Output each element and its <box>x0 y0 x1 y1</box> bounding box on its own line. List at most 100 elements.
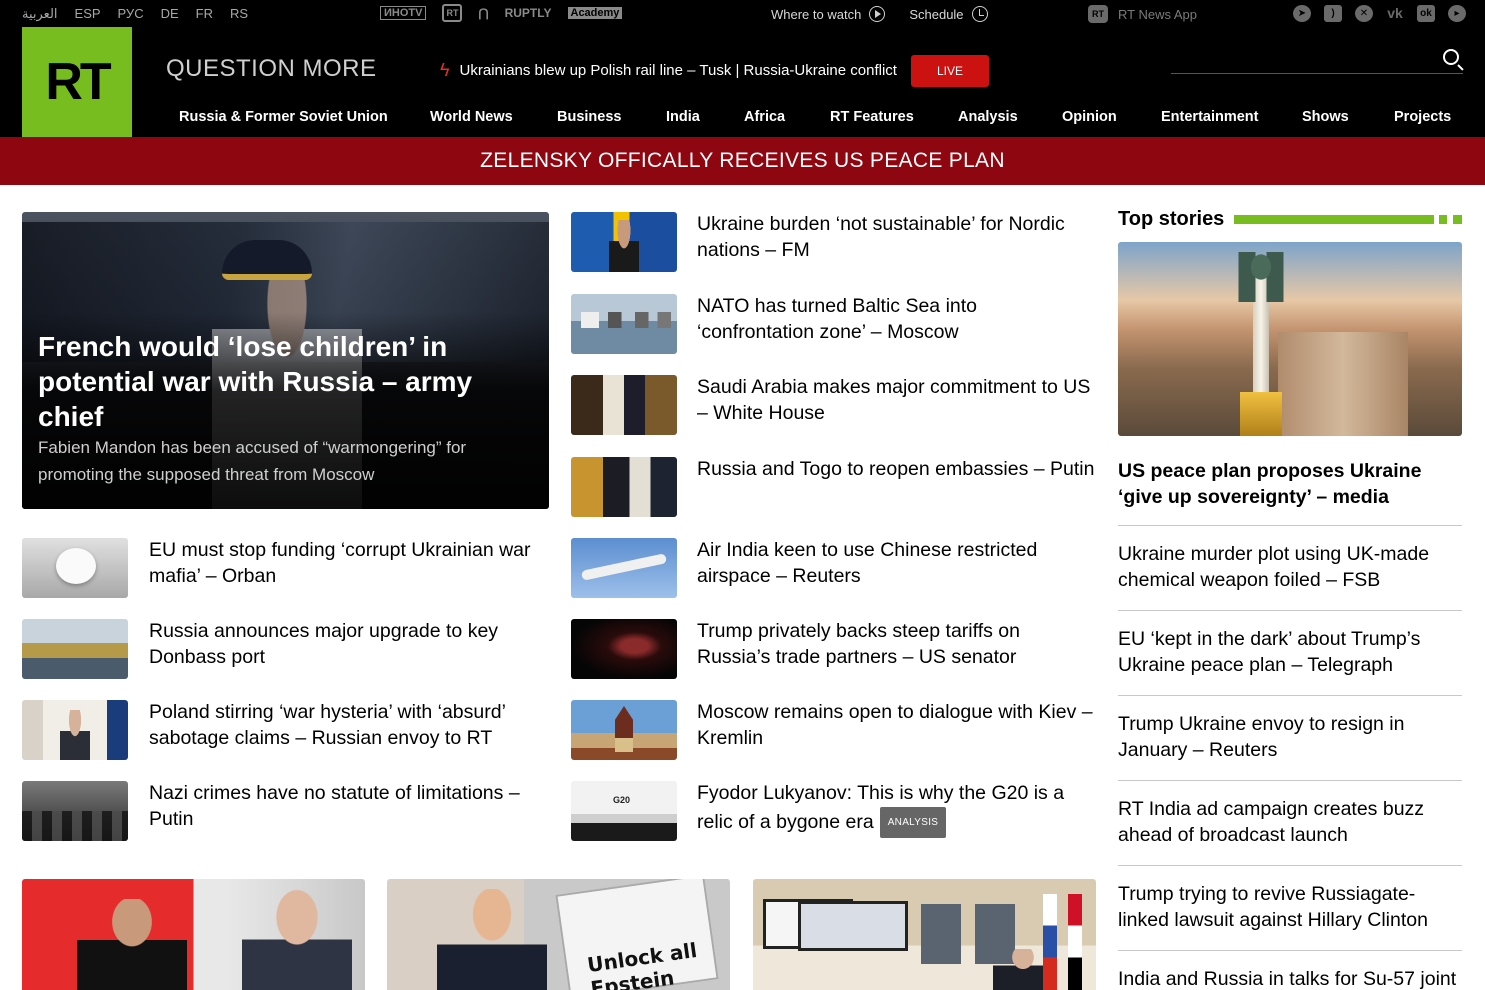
list-item[interactable]: Saudi Arabia makes major commitment to U… <box>571 375 1098 435</box>
play-icon[interactable] <box>869 6 886 22</box>
thumbnail-leaders[interactable] <box>571 457 677 517</box>
nav-rt-features[interactable]: RT Features <box>830 109 914 125</box>
story-title[interactable]: Trump privately backs steep tariffs on R… <box>697 619 1097 670</box>
bottom-card-image[interactable]: Unlock all Epstein Files! <box>387 879 730 990</box>
story-title[interactable]: Nazi crimes have no statute of limitatio… <box>149 781 549 832</box>
bottom-card-image[interactable] <box>22 879 365 990</box>
lang-serbian[interactable]: RS <box>230 6 248 22</box>
partner-rt-doc[interactable]: RT <box>442 4 463 22</box>
top-story-item[interactable]: Trump Ukraine envoy to resign in January… <box>1118 695 1462 780</box>
list-item[interactable]: EU must stop funding ‘corrupt Ukrainian … <box>22 538 549 598</box>
lang-german[interactable]: DE <box>161 6 179 22</box>
nav-projects[interactable]: Projects <box>1394 109 1451 125</box>
nav-india[interactable]: India <box>666 109 700 125</box>
thumbnail-warships[interactable] <box>571 294 677 354</box>
thumbnail-port[interactable] <box>22 619 128 679</box>
nav-opinion[interactable]: Opinion <box>1062 109 1117 125</box>
analysis-badge[interactable]: ANALYSIS <box>879 806 947 838</box>
card-flag <box>1043 894 1057 990</box>
where-to-watch-link[interactable]: Where to watch <box>771 7 861 22</box>
breaking-banner[interactable]: ZELENSKY OFFICALLY RECEIVES US PEACE PLA… <box>0 137 1485 185</box>
top-story-title[interactable]: Trump trying to revive Russiagate-linked… <box>1118 882 1462 933</box>
thumbnail-dark-portrait[interactable] <box>571 619 677 679</box>
list-item[interactable]: Fyodor Lukyanov: This is why the G20 is … <box>571 781 1098 841</box>
partner-ruptly[interactable]: RUPTLY <box>505 6 552 20</box>
app-link[interactable]: RT RT News App <box>1088 5 1197 23</box>
search-icon[interactable] <box>1443 49 1459 65</box>
story-title[interactable]: NATO has turned Baltic Sea into ‘confron… <box>697 294 1097 345</box>
story-title[interactable]: Moscow remains open to dialogue with Kie… <box>697 700 1097 751</box>
top-story-item[interactable]: Trump trying to revive Russiagate-linked… <box>1118 865 1462 950</box>
top-story-title[interactable]: Trump Ukraine envoy to resign in January… <box>1118 712 1462 763</box>
top-story-title[interactable]: Ukraine murder plot using UK-made chemic… <box>1118 542 1462 593</box>
nav-business[interactable]: Business <box>557 109 621 125</box>
top-story-title[interactable]: India and Russia in talks for Su-57 join… <box>1118 967 1462 990</box>
thumbnail-airplane[interactable] <box>571 538 677 598</box>
story-title[interactable]: Saudi Arabia makes major commitment to U… <box>697 375 1097 426</box>
partner-arch-icon[interactable]: ⋂ <box>478 6 488 20</box>
lang-spanish[interactable]: ESP <box>75 6 101 22</box>
list-item[interactable]: Nazi crimes have no statute of limitatio… <box>22 781 549 841</box>
nav-world-news[interactable]: World News <box>430 109 513 125</box>
list-item[interactable]: Trump privately backs steep tariffs on R… <box>571 619 1098 679</box>
clock-icon[interactable] <box>971 6 988 22</box>
thumbnail-archive-photo[interactable] <box>22 781 128 841</box>
x-icon[interactable]: ✕ <box>1355 5 1373 22</box>
list-item[interactable]: NATO has turned Baltic Sea into ‘confron… <box>571 294 1098 354</box>
nav-africa[interactable]: Africa <box>744 109 785 125</box>
lead-title[interactable]: French would ‘lose children’ in potentia… <box>38 329 528 434</box>
list-item[interactable]: Russia announces major upgrade to key Do… <box>22 619 549 679</box>
thumbnail-g20[interactable] <box>571 781 677 841</box>
live-button[interactable]: LIVE <box>911 55 989 87</box>
thumbnail-kremlin-tower[interactable] <box>571 700 677 760</box>
list-item[interactable]: Poland stirring ‘war hysteria’ with ‘abs… <box>22 700 549 760</box>
top-story-title[interactable]: EU ‘kept in the dark’ about Trump’s Ukra… <box>1118 627 1462 678</box>
lightning-icon: ϟ <box>440 60 450 80</box>
thumbnail-envoy[interactable] <box>22 700 128 760</box>
top-story-item[interactable]: RT India ad campaign creates buzz ahead … <box>1118 780 1462 865</box>
thumbnail-handshake[interactable] <box>571 375 677 435</box>
story-title[interactable]: EU must stop funding ‘corrupt Ukrainian … <box>149 538 549 589</box>
breaking-ticker[interactable]: ϟ Ukrainians blew up Polish rail line – … <box>440 60 897 81</box>
rss-icon[interactable]: ) <box>1324 5 1342 22</box>
lead-story[interactable]: French would ‘lose children’ in potentia… <box>22 212 549 509</box>
search-input[interactable] <box>1171 45 1431 73</box>
list-item[interactable]: Moscow remains open to dialogue with Kie… <box>571 700 1098 760</box>
thumbnail-piggy-bank[interactable] <box>22 538 128 598</box>
image-building <box>1278 332 1408 436</box>
story-title[interactable]: Russia announces major upgrade to key Do… <box>149 619 549 670</box>
lang-arabic[interactable]: العربية <box>22 6 58 22</box>
list-item[interactable]: Russia and Togo to reopen embassies – Pu… <box>571 457 1098 517</box>
story-title[interactable]: Russia and Togo to reopen embassies – Pu… <box>697 457 1097 483</box>
odnoklassniki-icon[interactable]: ok <box>1417 5 1435 22</box>
bottom-card-image[interactable] <box>753 879 1096 990</box>
telegram-icon[interactable]: ➤ <box>1293 5 1311 22</box>
partner-inotv[interactable]: ИНОТV <box>380 6 427 20</box>
story-title[interactable]: Ukraine burden ‘not sustainable’ for Nor… <box>697 212 1097 263</box>
story-title[interactable]: Fyodor Lukyanov: This is why the G20 is … <box>697 781 1097 838</box>
partner-academy[interactable]: Academy <box>567 7 623 19</box>
top-story-image[interactable] <box>1118 242 1462 436</box>
lang-russian[interactable]: РУС <box>118 6 144 22</box>
partner-links: ИНОТV RT ⋂ RUPTLY Academy <box>380 4 623 22</box>
nav-shows[interactable]: Shows <box>1302 109 1349 125</box>
vk-icon[interactable]: vk <box>1386 5 1404 22</box>
top-story-item[interactable]: India and Russia in talks for Su-57 join… <box>1118 950 1462 990</box>
top-stories-header: Top stories <box>1118 208 1224 231</box>
top-story-item[interactable]: EU ‘kept in the dark’ about Trump’s Ukra… <box>1118 610 1462 695</box>
thumbnail-minister[interactable] <box>571 212 677 272</box>
list-item[interactable]: Ukraine burden ‘not sustainable’ for Nor… <box>571 212 1098 272</box>
story-title[interactable]: Air India keen to use Chinese restricted… <box>697 538 1097 589</box>
image-statue <box>1233 252 1289 302</box>
nav-entertainment[interactable]: Entertainment <box>1161 109 1259 125</box>
lang-french[interactable]: FR <box>196 6 213 22</box>
rumble-icon[interactable]: ▸ <box>1448 5 1466 22</box>
nav-russia[interactable]: Russia & Former Soviet Union <box>179 109 388 125</box>
nav-analysis[interactable]: Analysis <box>958 109 1018 125</box>
top-story-item[interactable]: Ukraine murder plot using UK-made chemic… <box>1118 525 1462 610</box>
top-story-lead-title[interactable]: US peace plan proposes Ukraine ‘give up … <box>1118 458 1462 510</box>
schedule-link[interactable]: Schedule <box>909 7 963 22</box>
top-story-title[interactable]: RT India ad campaign creates buzz ahead … <box>1118 797 1462 848</box>
story-title[interactable]: Poland stirring ‘war hysteria’ with ‘abs… <box>149 700 549 751</box>
list-item[interactable]: Air India keen to use Chinese restricted… <box>571 538 1098 598</box>
